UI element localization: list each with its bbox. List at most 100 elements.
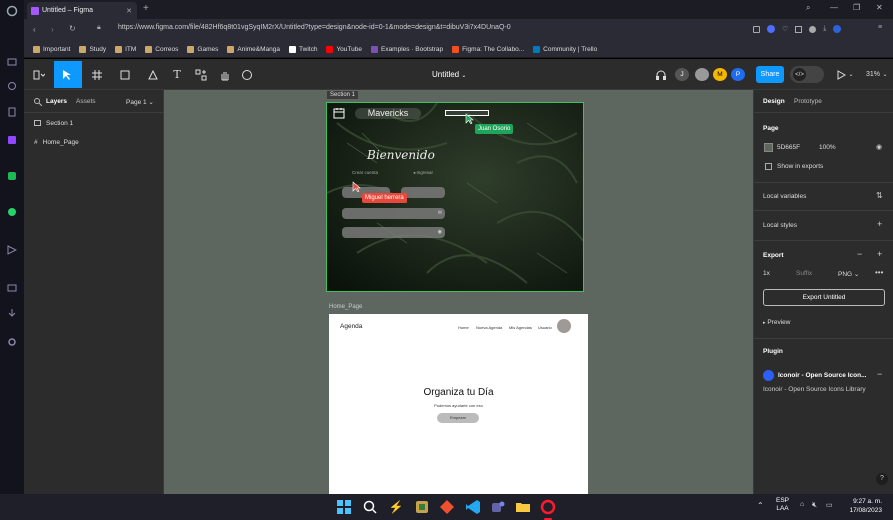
design-canvas[interactable]: Section 1 Mavericks Bienvenido Crear cue…	[164, 90, 753, 494]
layer-item-home[interactable]: # Home_Page	[34, 139, 79, 146]
vscode-icon[interactable]	[465, 499, 481, 515]
bookmark-item[interactable]: Correos	[145, 45, 178, 53]
section-frame[interactable]: Mavericks Bienvenido Crear cuenta ◂ Ingr…	[326, 102, 584, 292]
page-selector[interactable]: Page 1 ⌄	[126, 98, 154, 106]
add-style-icon[interactable]: +	[877, 219, 882, 229]
close-tab-icon[interactable]: ✕	[126, 7, 132, 15]
back-icon[interactable]: ‹	[33, 25, 36, 34]
send-icon[interactable]	[6, 244, 18, 256]
speed-dial-icon[interactable]	[6, 56, 18, 68]
git-icon[interactable]	[439, 499, 455, 515]
bookmarks-icon[interactable]	[6, 106, 18, 118]
export-scale[interactable]: 1x	[763, 270, 770, 277]
whatsapp-icon[interactable]	[6, 206, 18, 218]
tab-prototype[interactable]: Prototype	[794, 98, 822, 105]
present-icon[interactable]	[834, 68, 848, 81]
local-styles-label[interactable]: Local styles	[763, 222, 797, 229]
spotify-icon[interactable]	[6, 170, 18, 182]
shape-tool-icon[interactable]	[116, 68, 134, 81]
move-tool-button[interactable]	[54, 61, 82, 88]
tab-layers[interactable]: Layers	[46, 98, 67, 105]
heart-icon[interactable]: ♡	[782, 25, 788, 33]
bookmark-item[interactable]: ITM	[115, 45, 136, 53]
forward-icon[interactable]: ›	[51, 25, 54, 34]
tray-chevron-icon[interactable]: ⌃	[757, 501, 764, 510]
ext-icon[interactable]	[809, 25, 817, 33]
profile-icon[interactable]	[833, 25, 842, 33]
add-export-icon[interactable]: +	[877, 249, 882, 259]
bookmark-item[interactable]: Anime&Manga	[227, 45, 280, 53]
pen-tool-icon[interactable]	[144, 68, 162, 81]
wallet-icon[interactable]	[795, 25, 803, 33]
file-explorer-icon[interactable]	[515, 499, 531, 515]
text-tool-icon[interactable]: T	[170, 68, 184, 81]
url-field[interactable]: https://www.figma.com/file/482Hf6q8t01vg…	[118, 24, 678, 31]
clock[interactable]: 9:27 a. m. 17/08/2023	[840, 497, 882, 515]
news-icon[interactable]	[6, 80, 18, 92]
share-button[interactable]: Share	[756, 66, 784, 83]
search-tabs-icon[interactable]: ⌕	[806, 3, 810, 13]
download-icon[interactable]: ⤓	[823, 25, 826, 33]
language-indicator[interactable]: ESP LAA	[776, 497, 789, 513]
new-tab-icon[interactable]: +	[143, 3, 149, 14]
headphones-icon[interactable]	[654, 68, 668, 81]
vpn-icon[interactable]	[767, 25, 775, 33]
opera-logo-icon[interactable]	[6, 5, 18, 17]
bookmark-item[interactable]: YouTube	[326, 45, 362, 53]
bookmark-item[interactable]: Community | Trello	[533, 45, 597, 53]
remove-export-icon[interactable]: −	[857, 249, 862, 259]
file-title[interactable]: Untitled ⌄	[432, 70, 466, 79]
frame-tool-icon[interactable]	[88, 68, 106, 81]
close-plugin-icon[interactable]: −	[877, 369, 882, 379]
opera-taskbar-icon[interactable]	[540, 499, 556, 520]
teams-icon[interactable]	[490, 499, 506, 515]
dev-mode-toggle[interactable]: </>	[790, 66, 824, 83]
zoom-chevron-icon[interactable]: ⌄	[881, 68, 889, 81]
minimize-icon[interactable]: —	[830, 3, 838, 12]
present-chevron-icon[interactable]: ⌄	[847, 68, 855, 81]
volume-muted-icon[interactable]: 🔇︎	[812, 500, 817, 510]
layer-item-section[interactable]: Section 1	[34, 120, 73, 127]
page-color-value[interactable]: 5D665F	[777, 144, 800, 151]
more-options-icon[interactable]: •••	[875, 268, 883, 277]
help-icon[interactable]: ?	[876, 473, 888, 485]
home-frame-label[interactable]: Home_Page	[329, 304, 362, 310]
comment-tool-icon[interactable]	[240, 68, 254, 81]
page-color-swatch[interactable]	[764, 143, 773, 152]
bookmark-item[interactable]: Examples · Bootstrap	[370, 45, 443, 53]
avatar[interactable]: M	[713, 68, 727, 81]
wifi-icon[interactable]: ⌂	[800, 501, 804, 508]
camera-icon[interactable]	[753, 25, 760, 33]
section-label[interactable]: Section 1	[327, 91, 359, 99]
reload-icon[interactable]: ↻	[69, 24, 76, 33]
show-in-exports-checkbox[interactable]	[765, 163, 772, 170]
resources-icon[interactable]	[194, 68, 208, 81]
visibility-eye-icon[interactable]: ◉	[876, 143, 882, 151]
photos-icon[interactable]	[414, 499, 430, 515]
tab-design[interactable]: Design	[763, 98, 785, 105]
export-format-select[interactable]: PNG ⌄	[838, 270, 859, 278]
hand-tool-icon[interactable]	[218, 68, 232, 81]
export-suffix-input[interactable]: Suffix	[796, 270, 812, 277]
start-icon[interactable]	[336, 499, 352, 515]
variables-settings-icon[interactable]: ⇅	[876, 191, 883, 200]
avatar[interactable]: P	[731, 68, 745, 81]
maximize-icon[interactable]: ❐	[853, 3, 860, 12]
export-button[interactable]: Export Untitled	[763, 289, 885, 306]
close-window-icon[interactable]: ✕	[876, 3, 883, 12]
home-page-frame[interactable]: Agenda Home Nueva Agenda Mis Agendas Usu…	[329, 314, 588, 494]
app-icon[interactable]: ⚡	[388, 499, 404, 515]
page-opacity-value[interactable]: 100%	[819, 144, 836, 151]
bookmark-item[interactable]: Figma: The Collabo...	[452, 45, 524, 53]
downloads-icon[interactable]	[6, 307, 18, 319]
local-variables-label[interactable]: Local variables	[763, 193, 806, 200]
bookmark-item[interactable]: Study	[79, 45, 106, 53]
bookmark-item[interactable]: Twitch	[289, 45, 317, 53]
bookmark-item[interactable]: Games	[187, 45, 218, 53]
tab-assets[interactable]: Assets	[76, 98, 96, 105]
avatar[interactable]	[695, 68, 709, 81]
avatar[interactable]: J	[675, 68, 689, 81]
search-icon[interactable]	[362, 499, 378, 515]
main-menu-icon[interactable]	[30, 68, 48, 81]
menu-icon[interactable]: ≡	[878, 24, 882, 31]
